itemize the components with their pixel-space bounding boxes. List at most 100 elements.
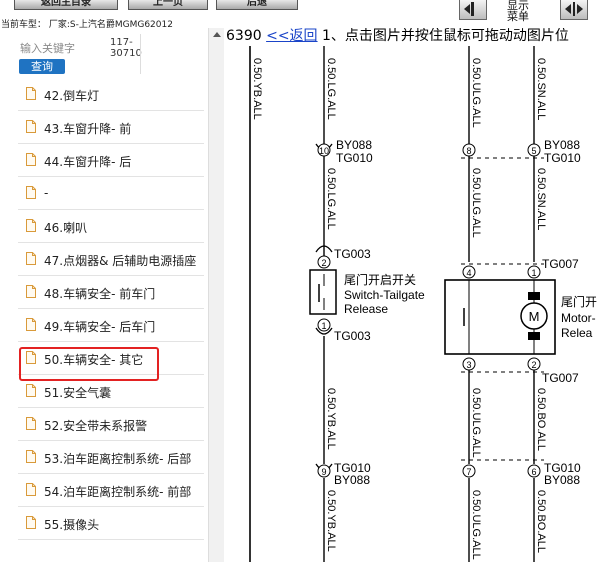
list-item[interactable]: 54.泊车距离控制系统- 前部 (18, 474, 204, 507)
search-input[interactable] (20, 40, 84, 56)
pin-label-9: 9 (321, 467, 326, 477)
connector-by088-bot-r: BY088 (544, 473, 580, 487)
motor-label-en1: Motor- (561, 311, 596, 325)
connector-tg007-a: TG007 (542, 257, 579, 271)
switch-label-en2: Release (344, 302, 388, 316)
wire-label-sn-mid: 0.50.SN.ALL (535, 168, 547, 230)
list-item[interactable]: 52.安全带未系报警 (18, 408, 204, 441)
wire-label-ulg-bottom: 0.50.ULG.ALL (470, 490, 482, 560)
connector-by088-top-r: BY088 (544, 138, 580, 152)
list-item-label: 49.车辆安全- 后车门 (44, 320, 156, 334)
wire-label-bo-bottom: 0.50.BO.ALL (535, 490, 547, 553)
wire-label-sn-top: 0.50.SN.ALL (535, 58, 547, 120)
divider (140, 34, 141, 74)
list-item[interactable]: 44.车窗升降- 后 (18, 144, 204, 177)
wire-label-ulg-top: 0.50.ULG.ALL (470, 58, 482, 128)
connector-tg003-a: TG003 (334, 247, 371, 261)
list-item-label: 55.摄像头 (44, 518, 100, 532)
list-item-label: 43.车窗升降- 前 (44, 122, 132, 136)
collapse-arrows-icon (464, 2, 474, 16)
motor-letter: M (529, 309, 540, 324)
pin-label-3: 3 (466, 360, 471, 370)
pin-label-5: 5 (531, 146, 536, 156)
pin-label-7: 7 (466, 467, 471, 477)
document-icon (26, 252, 36, 265)
list-item-label: 53.泊车距离控制系统- 后部 (44, 452, 192, 466)
switch-label-en1: Switch-Tailgate (344, 288, 425, 302)
document-icon (26, 87, 36, 100)
document-icon (26, 120, 36, 133)
connector-tg010-top-r: TG010 (544, 151, 581, 165)
back-button[interactable]: 后退 (216, 0, 298, 10)
pin-label-10: 10 (319, 146, 329, 156)
list-item[interactable]: 47.点烟器& 后辅助电源插座 (18, 243, 204, 276)
document-icon (26, 186, 36, 199)
pin-label-2: 2 (321, 258, 326, 268)
document-icon (26, 483, 36, 496)
wiring-diagram: 0.50.YB.ALL 0.50.LG.ALL 10 BY088 TG010 0… (249, 46, 597, 562)
show-menu-label[interactable]: 显示菜单 (502, 0, 534, 22)
document-icon (26, 516, 36, 529)
left-panel: 查询 117-30710 42.倒车灯 43.车窗升降- 前 44.车窗升降- 后 -… (0, 28, 208, 562)
motor-label-cn: 尾门开 (561, 294, 597, 309)
return-main-menu-button[interactable]: 返回主目录 (14, 0, 118, 10)
list-item[interactable]: 42.倒车灯 (18, 78, 204, 111)
list-item[interactable]: 53.泊车距离控制系统- 后部 (18, 441, 204, 474)
document-icon (26, 285, 36, 298)
wire-label-lg-mid: 0.50.LG.ALL (325, 168, 337, 230)
list-item-label: 51.安全气囊 (44, 386, 112, 400)
wire-label-bo-low: 0.50.BO.ALL (535, 388, 547, 451)
document-icon (26, 318, 36, 331)
list-item-label: 48.车辆安全- 前车门 (44, 287, 156, 301)
pin-label-6: 6 (531, 467, 536, 477)
list-item[interactable]: 43.车窗升降- 前 (18, 111, 204, 144)
connector-tg010-top: TG010 (336, 151, 373, 165)
list-item[interactable]: 48.车辆安全- 前车门 (18, 276, 204, 309)
scroll-up-icon[interactable] (213, 32, 221, 37)
document-icon (26, 450, 36, 463)
document-icon (26, 219, 36, 232)
document-icon (26, 384, 36, 397)
motor-label-en2: Relea (561, 326, 593, 340)
document-icon (26, 153, 36, 166)
connector-tg007-b: TG007 (542, 371, 579, 385)
pin-label-2-b: 2 (531, 360, 536, 370)
connector-by088-top: BY088 (336, 138, 372, 152)
selected-item-highlight (19, 347, 159, 381)
list-item[interactable]: 55.摄像头 (18, 507, 204, 540)
left-scrollbar[interactable] (208, 28, 224, 562)
connector-by088-bot: BY088 (334, 473, 370, 487)
expand-arrows-icon (565, 2, 583, 16)
list-item-label: 54.泊车距离控制系统- 前部 (44, 485, 192, 499)
list-item-label: 52.安全带未系报警 (44, 419, 148, 433)
list-item[interactable]: 49.车辆安全- 后车门 (18, 309, 204, 342)
pin-label-1-b: 1 (531, 268, 536, 278)
pin-label-1-a: 1 (321, 321, 326, 331)
wire-label-lg-top: 0.50.LG.ALL (325, 58, 337, 120)
motor-terminal (528, 332, 540, 340)
wire-label-yb-bottom: 0.50.YB.ALL (325, 490, 337, 552)
connector-tg003-b: TG003 (334, 329, 371, 343)
switch-box (309, 269, 337, 315)
search-button[interactable]: 查询 (19, 59, 65, 74)
document-icon (26, 417, 36, 430)
wiring-diagram-area[interactable]: 6390 <<返回 1、点击图片并按住鼠标可拖动动图片位 0.50.YB.ALL… (224, 28, 601, 562)
pin-label-4: 4 (466, 268, 471, 278)
model-code: 117-30710 (110, 37, 142, 59)
list-item[interactable]: 46.喇叭 (18, 210, 204, 243)
wire-label-ulg-low: 0.50.ULG.ALL (470, 388, 482, 458)
top-toolbar: 返回主目录 上一页 后退 显示菜单 当前车型： 厂家:S-上汽名爵MGMG620… (0, 0, 601, 30)
list-item-label: 46.喇叭 (44, 221, 88, 235)
motor-terminal (528, 292, 540, 300)
wire-label-ulg-mid: 0.50.ULG.ALL (470, 168, 482, 238)
list-item[interactable]: - (18, 177, 204, 210)
list-item-label: 42.倒车灯 (44, 89, 100, 103)
pin-label-8: 8 (466, 146, 471, 156)
previous-page-button[interactable]: 上一页 (128, 0, 208, 10)
wire-label-yb-left: 0.50.YB.ALL (251, 58, 263, 120)
list-item-label: 44.车窗升降- 后 (44, 155, 132, 169)
expand-panel-button[interactable] (560, 0, 588, 20)
list-item-label: 47.点烟器& 后辅助电源插座 (44, 254, 197, 268)
wire-label-yb-mid: 0.50.YB.ALL (325, 388, 337, 450)
collapse-panel-button[interactable] (459, 0, 487, 20)
